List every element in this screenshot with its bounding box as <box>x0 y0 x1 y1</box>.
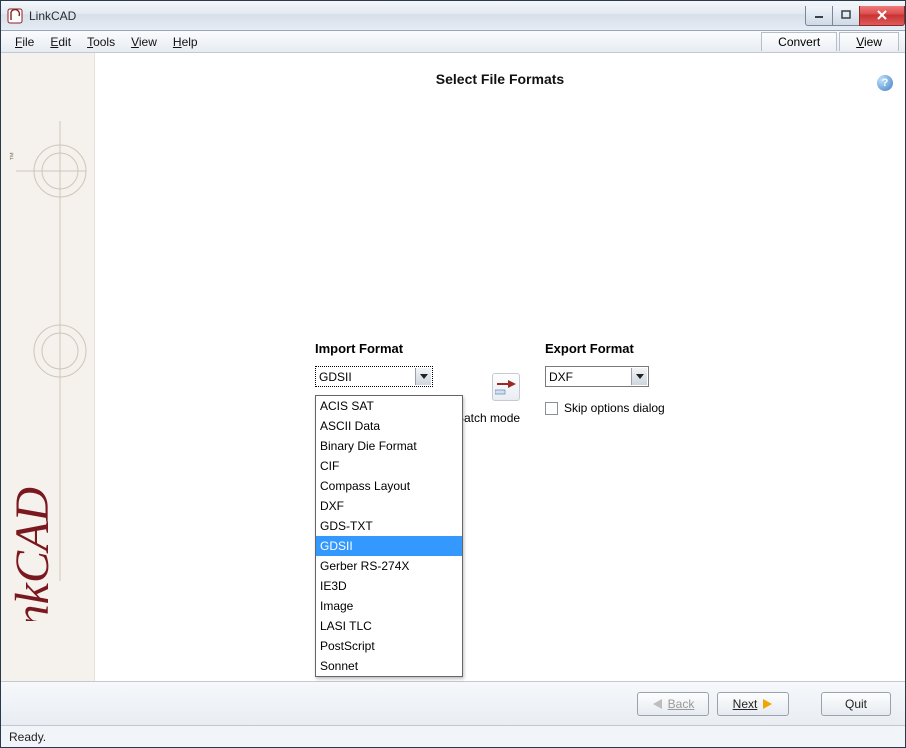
help-icon[interactable]: ? <box>877 75 893 91</box>
page-title: Select File Formats <box>113 71 887 87</box>
import-option[interactable]: IE3D <box>316 576 462 596</box>
skip-options-row: Skip options dialog <box>545 401 725 415</box>
import-format-dropdown[interactable]: ACIS SATASCII DataBinary Die FormatCIFCo… <box>315 395 463 677</box>
import-combo-button[interactable] <box>415 368 431 385</box>
import-format-value: GDSII <box>319 370 352 384</box>
convert-arrow-icon <box>492 373 520 401</box>
export-format-combo[interactable]: DXF <box>545 366 649 387</box>
import-option[interactable]: Compass Layout <box>316 476 462 496</box>
menubar: FileEditToolsViewHelp Convert View <box>1 31 905 53</box>
skip-options-checkbox[interactable] <box>545 402 558 415</box>
mode-convert-button[interactable]: Convert <box>761 32 837 51</box>
wizard-navbar: Back Next Quit <box>1 681 905 725</box>
import-option[interactable]: Binary Die Format <box>316 436 462 456</box>
menu-edit[interactable]: Edit <box>42 33 79 51</box>
next-label: Next <box>733 697 758 711</box>
import-option[interactable]: CIF <box>316 456 462 476</box>
back-label: Back <box>668 697 695 711</box>
back-arrow-icon <box>652 699 662 709</box>
import-option[interactable]: GDS-TXT <box>316 516 462 536</box>
close-button[interactable] <box>859 6 905 26</box>
next-button[interactable]: Next <box>717 692 789 716</box>
arrow-column: Batch mode <box>467 341 545 425</box>
export-format-value: DXF <box>549 370 573 384</box>
quit-label: Quit <box>845 697 867 711</box>
minimize-button[interactable] <box>805 6 833 26</box>
menu-view[interactable]: View <box>123 33 165 51</box>
window-title: LinkCAD <box>29 9 76 23</box>
import-label: Import Format <box>315 341 467 356</box>
maximize-button[interactable] <box>832 6 860 26</box>
import-column: Import Format GDSII ACIS SATASCII DataBi… <box>315 341 467 387</box>
mode-convert-label: Convert <box>778 35 820 49</box>
window-controls <box>806 6 905 26</box>
format-form: Import Format GDSII ACIS SATASCII DataBi… <box>315 341 885 425</box>
main-panel: Select File Formats ? Import Format GDSI… <box>95 53 905 681</box>
import-format-combo[interactable]: GDSII <box>315 366 433 387</box>
import-option[interactable]: PostScript <box>316 636 462 656</box>
titlebar: LinkCAD <box>1 1 905 31</box>
export-combo-button[interactable] <box>631 368 647 385</box>
back-button[interactable]: Back <box>637 692 709 716</box>
next-arrow-icon <box>763 699 773 709</box>
svg-text:linkCAD: linkCAD <box>6 487 59 621</box>
client-area: linkCAD ™ Select File Formats ? Import F… <box>1 53 905 681</box>
app-icon <box>7 8 23 24</box>
mode-view-button[interactable]: View <box>839 32 899 51</box>
product-logo-sidebar: linkCAD ™ <box>1 53 95 681</box>
batch-mode-label: Batch mode <box>456 411 520 425</box>
menu-tools[interactable]: Tools <box>79 33 123 51</box>
mode-view-label: View <box>856 35 882 49</box>
import-option[interactable]: DXF <box>316 496 462 516</box>
export-label: Export Format <box>545 341 725 356</box>
quit-button[interactable]: Quit <box>821 692 891 716</box>
statusbar: Ready. <box>1 725 905 747</box>
menu-help[interactable]: Help <box>165 33 206 51</box>
status-text: Ready. <box>9 730 46 744</box>
import-option[interactable]: GDSII <box>316 536 462 556</box>
import-option[interactable]: Image <box>316 596 462 616</box>
menu-file[interactable]: File <box>7 33 42 51</box>
svg-text:™: ™ <box>8 152 18 161</box>
import-option[interactable]: Gerber RS-274X <box>316 556 462 576</box>
import-option[interactable]: ACIS SAT <box>316 396 462 416</box>
import-option[interactable]: LASI TLC <box>316 616 462 636</box>
import-option[interactable]: ASCII Data <box>316 416 462 436</box>
import-option[interactable]: Sonnet <box>316 656 462 676</box>
skip-options-label: Skip options dialog <box>564 401 665 415</box>
export-column: Export Format DXF Skip options dialog <box>545 341 725 415</box>
